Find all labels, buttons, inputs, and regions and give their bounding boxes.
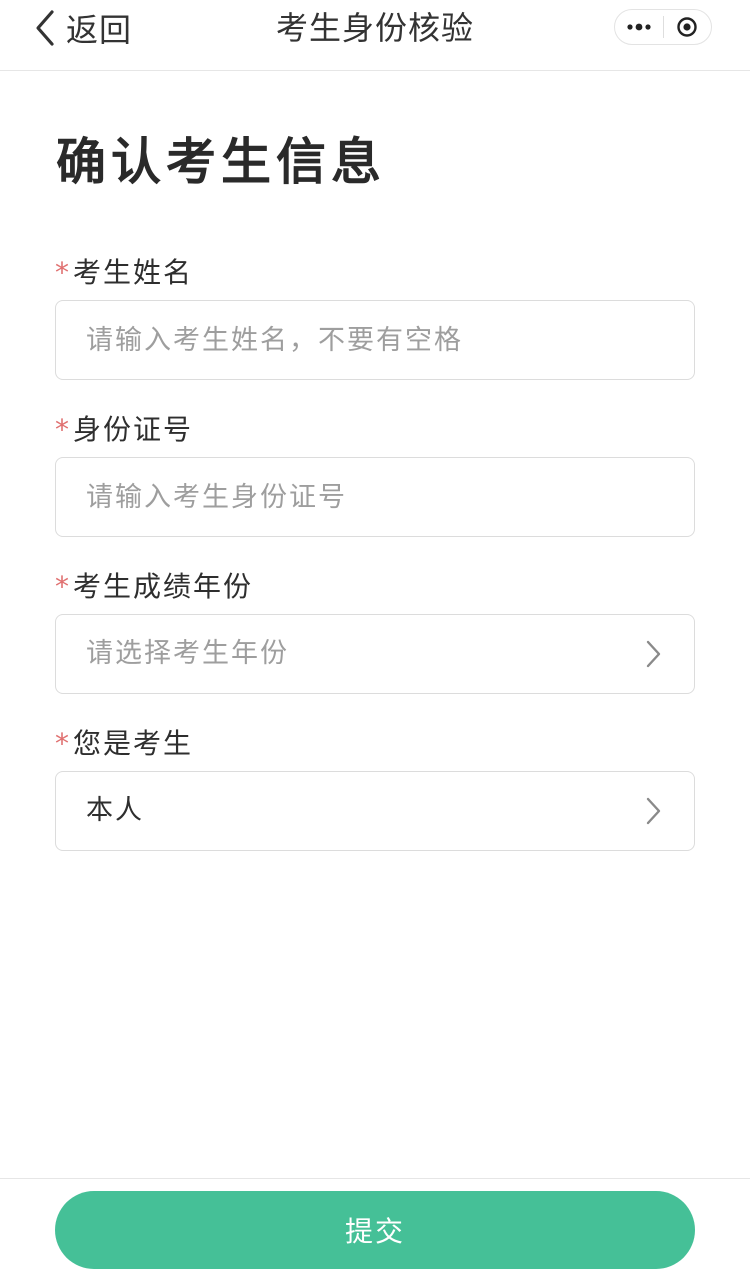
score-year-label-text: 考生成绩年份 <box>73 570 254 603</box>
id-number-field-box <box>55 457 695 537</box>
id-number-input[interactable] <box>86 458 666 536</box>
back-button[interactable]: 返回 <box>30 6 132 50</box>
relation-value: 本人 <box>86 795 144 826</box>
name-label-text: 考生姓名 <box>73 256 194 289</box>
score-year-label: *考生成绩年份 <box>55 569 253 605</box>
more-button[interactable] <box>615 10 663 44</box>
score-year-placeholder: 请选择考生年份 <box>86 638 289 669</box>
required-mark: * <box>55 413 71 446</box>
back-label: 返回 <box>66 11 133 49</box>
target-circle-icon <box>677 17 697 37</box>
required-mark: * <box>55 570 71 603</box>
chevron-left-icon <box>36 10 54 46</box>
name-field-box <box>55 300 695 380</box>
required-mark: * <box>55 256 71 289</box>
submit-button[interactable]: 提交 <box>55 1191 695 1269</box>
name-label: *考生姓名 <box>55 255 193 291</box>
footer-bar: 提交 <box>0 1178 750 1279</box>
name-input[interactable] <box>86 301 666 379</box>
id-number-label: *身份证号 <box>55 412 193 448</box>
top-nav-bar: 返回 考生身份核验 <box>0 0 750 71</box>
mini-program-capsule <box>614 9 712 45</box>
chevron-right-icon <box>646 640 661 668</box>
relation-label: *您是考生 <box>55 726 193 762</box>
score-year-select[interactable]: 请选择考生年份 <box>55 614 695 694</box>
relation-select[interactable]: 本人 <box>55 771 695 851</box>
id-number-label-text: 身份证号 <box>73 413 194 446</box>
required-mark: * <box>55 727 71 760</box>
relation-label-text: 您是考生 <box>73 727 194 760</box>
close-mini-program-button[interactable] <box>663 10 711 44</box>
more-dots-icon <box>627 23 651 31</box>
chevron-right-icon <box>646 797 661 825</box>
page-title: 确认考生信息 <box>56 133 386 191</box>
